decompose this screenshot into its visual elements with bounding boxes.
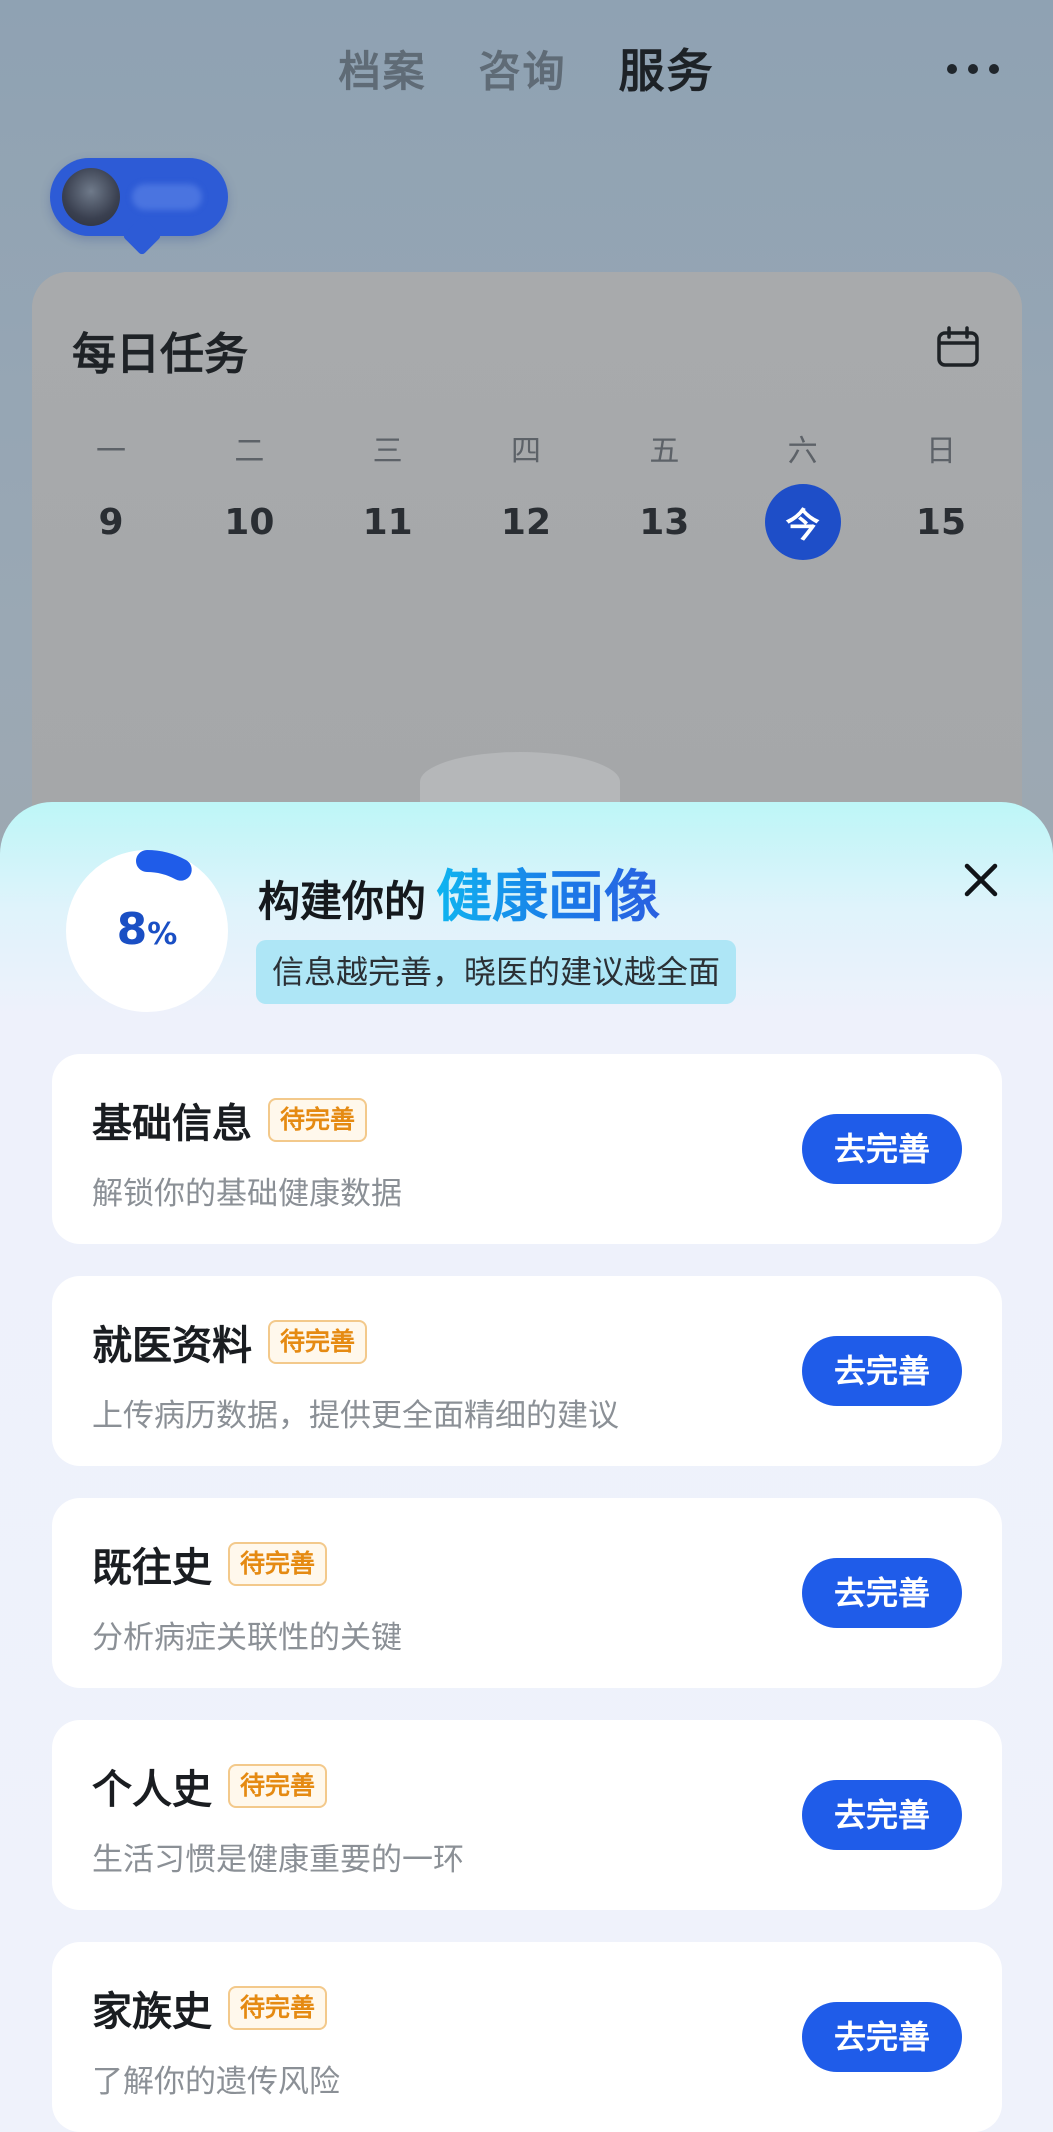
card-title-row: 家族史 待完善 — [92, 1982, 328, 2035]
progress-ring: 8% — [64, 848, 230, 1014]
week-day-sun[interactable]: 日 15 — [896, 432, 986, 560]
more-dot — [989, 64, 999, 74]
week-day-fri[interactable]: 五 13 — [619, 432, 709, 560]
week-day-date: 9 — [98, 501, 124, 543]
week-day-date: 10 — [224, 501, 275, 543]
complete-button[interactable]: 去完善 — [802, 1780, 962, 1850]
week-row: 一 9 二 10 三 11 四 12 五 13 六 今 日 15 — [66, 432, 986, 560]
complete-button[interactable]: 去完善 — [802, 1336, 962, 1406]
week-day-label: 五 — [649, 434, 680, 469]
card-medical-records: 就医资料 待完善 上传病历数据，提供更全面精细的建议 去完善 — [52, 1276, 1002, 1466]
complete-button[interactable]: 去完善 — [802, 1114, 962, 1184]
health-profile-sheet: 8% 构建你的 健康画像 信息越完善，晓医的建议越全面 基础信息 待完善 解锁你… — [0, 802, 1053, 2132]
week-day-wed[interactable]: 三 11 — [343, 432, 433, 560]
week-day-sat[interactable]: 六 今 — [758, 432, 848, 560]
daily-task-title: 每日任务 — [72, 329, 248, 380]
week-day-tue[interactable]: 二 10 — [204, 432, 294, 560]
tab-service[interactable]: 服务 — [619, 35, 715, 101]
card-description: 分析病症关联性的关键 — [92, 1620, 402, 1656]
tab-archive[interactable]: 档案 — [338, 38, 426, 99]
avatar-pill-tail — [122, 216, 162, 256]
week-day-label: 三 — [372, 434, 403, 469]
more-dot — [968, 64, 978, 74]
sheet-subtitle: 信息越完善，晓医的建议越全面 — [256, 940, 737, 1004]
week-day-date: 11 — [362, 501, 413, 543]
week-day-date: 13 — [639, 501, 690, 543]
progress-number: 8 — [116, 904, 148, 955]
card-title-row: 个人史 待完善 — [92, 1760, 328, 1813]
card-basic-info: 基础信息 待完善 解锁你的基础健康数据 去完善 — [52, 1054, 1002, 1244]
sheet-title-prefix: 构建你的 — [258, 877, 427, 926]
card-title-row: 既往史 待完善 — [92, 1538, 328, 1591]
week-day-date: 12 — [500, 501, 552, 543]
complete-button[interactable]: 去完善 — [802, 1558, 962, 1628]
card-description: 生活习惯是健康重要的一环 — [92, 1842, 464, 1878]
card-title-row: 基础信息 待完善 — [92, 1094, 368, 1147]
card-title: 家族史 — [92, 1989, 212, 2035]
status-badge: 待完善 — [228, 1542, 328, 1586]
top-tab-bar: 档案 咨询 服务 — [0, 36, 1053, 100]
progress-unit: % — [147, 917, 178, 952]
status-badge: 待完善 — [228, 1986, 328, 2030]
card-personal-history: 个人史 待完善 生活习惯是健康重要的一环 去完善 — [52, 1720, 1002, 1910]
avatar-image — [62, 168, 120, 226]
more-icon[interactable] — [947, 44, 999, 94]
card-description: 上传病历数据，提供更全面精细的建议 — [92, 1398, 619, 1434]
status-badge: 待完善 — [268, 1098, 368, 1142]
sheet-title-highlight: 健康画像 — [436, 852, 660, 933]
week-day-label: 一 — [96, 434, 126, 469]
week-day-label: 二 — [234, 434, 265, 469]
card-family-history: 家族史 待完善 了解你的遗传风险 去完善 — [52, 1942, 1002, 2132]
avatar-name-blurred — [132, 184, 202, 210]
more-dot — [947, 64, 957, 74]
card-past-history: 既往史 待完善 分析病症关联性的关键 去完善 — [52, 1498, 1002, 1688]
avatar[interactable] — [50, 158, 228, 256]
week-day-thu[interactable]: 四 12 — [481, 432, 571, 560]
progress-value: 8% — [64, 902, 230, 963]
sheet-title: 构建你的 健康画像 — [258, 852, 660, 930]
complete-button[interactable]: 去完善 — [802, 2002, 962, 2072]
card-title: 个人史 — [92, 1767, 212, 1813]
week-day-date-today: 今 — [764, 484, 841, 560]
tab-consult[interactable]: 咨询 — [479, 38, 567, 99]
week-day-mon[interactable]: 一 9 — [66, 432, 156, 560]
status-badge: 待完善 — [268, 1320, 368, 1364]
close-icon[interactable] — [961, 860, 1001, 900]
card-description: 了解你的遗传风险 — [92, 2064, 340, 2100]
card-title: 既往史 — [92, 1545, 212, 1591]
card-title: 就医资料 — [92, 1323, 252, 1369]
week-day-label: 六 — [787, 434, 818, 469]
week-day-date: 15 — [915, 501, 967, 543]
card-title: 基础信息 — [92, 1101, 252, 1147]
card-title-row: 就医资料 待完善 — [92, 1316, 368, 1369]
calendar-icon[interactable] — [936, 326, 980, 368]
status-badge: 待完善 — [228, 1764, 328, 1808]
week-day-label: 四 — [510, 434, 541, 469]
card-description: 解锁你的基础健康数据 — [92, 1176, 402, 1212]
week-day-label: 日 — [925, 434, 956, 469]
